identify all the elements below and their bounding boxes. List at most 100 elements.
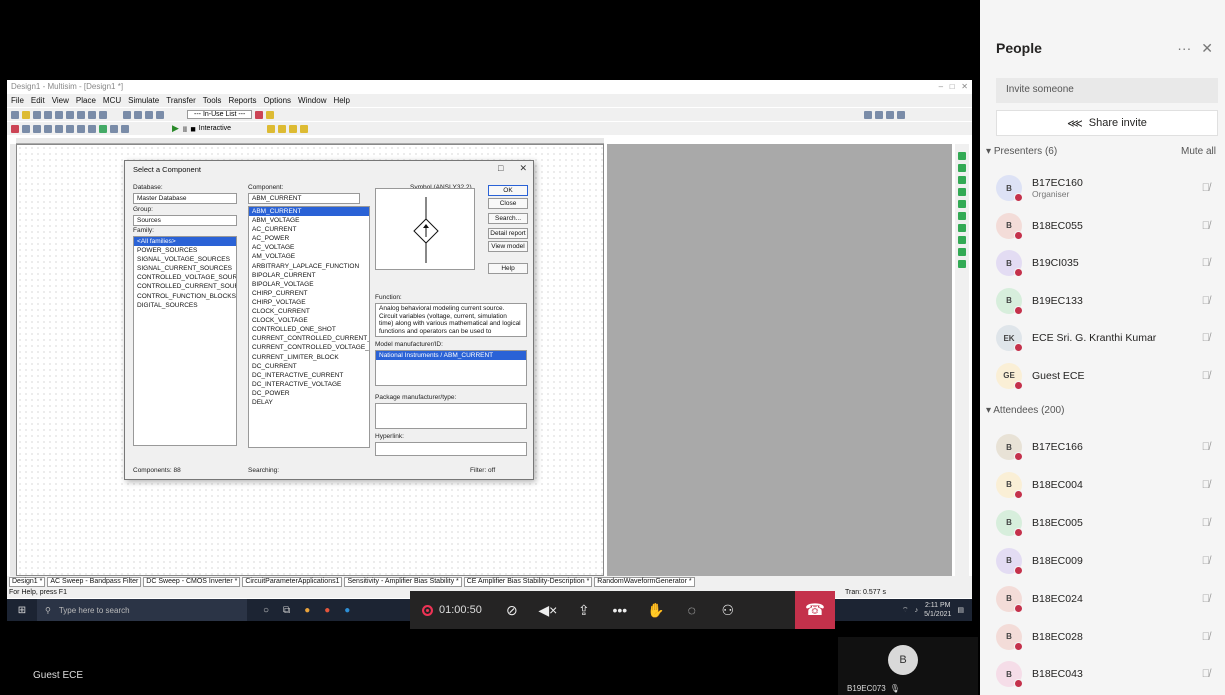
component-item[interactable]: DELAY [249, 398, 369, 407]
component-item[interactable]: CURRENT_LIMITER_BLOCK [249, 353, 369, 362]
family-item[interactable]: CONTROLLED_CURRENT_SOUR [134, 282, 236, 291]
participant-row[interactable]: B B18EC009 🎙̸ [996, 542, 1218, 580]
attendees-section-header[interactable]: ▾ Attendees (200) [986, 405, 1216, 416]
hyperlink-field[interactable] [375, 442, 527, 456]
component-item[interactable]: AM_VOLTAGE [249, 252, 369, 261]
wattmeter-icon[interactable] [958, 176, 966, 184]
raise-hand-icon[interactable]: ✋ [638, 602, 674, 619]
component-item[interactable]: AC_CURRENT [249, 225, 369, 234]
family-item[interactable]: POWER_SOURCES [134, 246, 236, 255]
redo-icon[interactable] [99, 110, 107, 119]
menu-file[interactable]: File [11, 96, 24, 105]
component-item[interactable]: CURRENT_CONTROLLED_VOLTAGE_S [249, 343, 369, 352]
stop-icon[interactable]: ■ [190, 124, 195, 134]
new-icon[interactable] [11, 110, 19, 119]
menu-view[interactable]: View [52, 96, 69, 105]
family-item[interactable]: CONTROLLED_VOLTAGE_SOUR [134, 273, 236, 282]
help-icon[interactable] [266, 110, 275, 119]
component-item[interactable]: DC_INTERACTIVE_VOLTAGE [249, 380, 369, 389]
tab-ce-amplifier[interactable]: CE Amplifier Bias Stability-Description … [463, 577, 593, 587]
copy-icon[interactable] [66, 110, 74, 119]
function-generator-icon[interactable] [958, 164, 966, 172]
edge-icon[interactable]: ● [344, 605, 350, 616]
clock[interactable]: 2:11 PM 5/1/2021 [924, 601, 951, 619]
hang-up-button[interactable]: ☎ [795, 591, 835, 629]
menu-reports[interactable]: Reports [228, 96, 256, 105]
iv-analyzer-icon[interactable] [958, 236, 966, 244]
participant-row[interactable]: EK ECE Sri. G. Kranthi Kumar 🎙̸ [996, 319, 1218, 357]
participant-row[interactable]: B B18EC043 🎙̸ [996, 655, 1218, 693]
menu-help[interactable]: Help [333, 96, 349, 105]
multisim-app-icon[interactable]: ● [304, 605, 310, 616]
paste-icon[interactable] [77, 110, 85, 119]
help-button[interactable]: Help [488, 263, 528, 274]
cmos-icon[interactable] [77, 124, 85, 133]
spectrum-icon[interactable] [958, 260, 966, 268]
participant-row[interactable]: B B18EC004 🎙̸ [996, 466, 1218, 504]
participants-icon[interactable]: ⚇ [710, 602, 746, 619]
tab-circuit-parameter[interactable]: CircuitParameterApplications1 [242, 577, 343, 587]
zoom-area-icon[interactable] [886, 110, 894, 119]
component-item[interactable]: CONTROLLED_ONE_SHOT [249, 325, 369, 334]
participant-row[interactable]: GE Guest ECE 🎙̸ [996, 357, 1218, 395]
tab-design1[interactable]: Design1 * [9, 577, 46, 587]
grapher-icon[interactable] [145, 110, 153, 119]
windows-start-icon[interactable]: ⊞ [7, 605, 37, 616]
component-item[interactable]: CHIRP_CURRENT [249, 289, 369, 298]
pause-icon[interactable]: ॥ [182, 122, 187, 135]
zoom-fit-icon[interactable] [897, 110, 905, 119]
close-button[interactable]: Close [488, 198, 528, 209]
zoom-out-icon[interactable] [875, 110, 883, 119]
participant-row[interactable]: B B18EC028 🎙̸ [996, 618, 1218, 656]
participant-tile[interactable]: B B19EC073 🎙 [838, 637, 978, 695]
component-item[interactable]: CLOCK_VOLTAGE [249, 316, 369, 325]
close-icon[interactable]: ✕ [519, 163, 527, 174]
word-generator-icon[interactable] [958, 212, 966, 220]
oscilloscope-icon[interactable] [958, 188, 966, 196]
component-item[interactable]: CURRENT_CONTROLLED_CURRENT_S [249, 334, 369, 343]
database-icon[interactable] [156, 110, 164, 119]
open-icon[interactable] [22, 110, 30, 119]
ok-button[interactable]: OK [488, 185, 528, 196]
probe-icon[interactable] [255, 110, 264, 119]
logic-analyzer-icon[interactable] [958, 224, 966, 232]
task-view-icon[interactable]: ⧉ [283, 605, 290, 616]
power-icon[interactable] [110, 124, 118, 133]
cortana-icon[interactable]: ○ [263, 605, 269, 616]
instrument-icon[interactable] [300, 124, 309, 133]
bode-plotter-icon[interactable] [958, 200, 966, 208]
source-icon[interactable] [11, 124, 19, 133]
instrument-icon[interactable] [278, 124, 287, 133]
notification-icon[interactable]: ▤ [957, 606, 964, 614]
mute-all-button[interactable]: Mute all [1181, 146, 1216, 157]
basic-icon[interactable] [22, 124, 30, 133]
component-item[interactable]: ABM_VOLTAGE [249, 216, 369, 225]
component-item[interactable]: ABM_CURRENT [249, 207, 369, 217]
view-model-button[interactable]: View model [488, 241, 528, 252]
package-list[interactable] [375, 403, 527, 429]
component-list[interactable]: ABM_CURRENT ABM_VOLTAGE AC_CURRENT AC_PO… [248, 206, 370, 448]
spreadsheet-icon[interactable] [134, 110, 142, 119]
menu-transfer[interactable]: Transfer [166, 96, 196, 105]
undo-icon[interactable] [88, 110, 96, 119]
family-item[interactable]: <All families> [134, 237, 236, 247]
instrument-icon[interactable] [289, 124, 298, 133]
component-input[interactable]: ABM_CURRENT [248, 193, 360, 204]
database-select[interactable]: Master Database [133, 193, 237, 204]
mic-muted-icon[interactable]: ◀× [530, 602, 566, 619]
participant-row[interactable]: B B18EC024 🎙̸ [996, 580, 1218, 618]
menu-place[interactable]: Place [76, 96, 96, 105]
tab-sensitivity[interactable]: Sensitivity - Amplifier Bias Stability * [344, 577, 462, 587]
component-item[interactable]: AC_POWER [249, 234, 369, 243]
participant-row[interactable]: B B18EC055 🎙̸ [996, 207, 1218, 245]
distortion-icon[interactable] [958, 248, 966, 256]
family-item[interactable]: SIGNAL_VOLTAGE_SOURCES [134, 255, 236, 264]
grid-icon[interactable] [123, 110, 131, 119]
model-list[interactable]: National Instruments / ABM_CURRENT [375, 350, 527, 386]
maximize-icon[interactable]: □ [498, 163, 503, 174]
cut-icon[interactable] [55, 110, 63, 119]
component-item[interactable]: ARBITRARY_LAPLACE_FUNCTION [249, 262, 369, 271]
chrome-icon[interactable]: ● [324, 605, 330, 616]
camera-off-icon[interactable]: ⊘ [494, 602, 530, 619]
menu-simulate[interactable]: Simulate [128, 96, 159, 105]
